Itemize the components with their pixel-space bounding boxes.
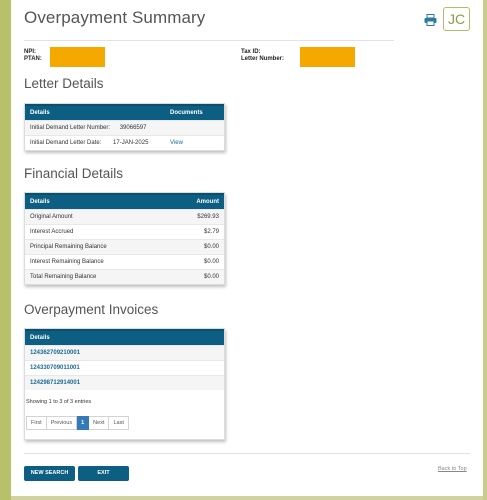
financial-row-amount: $0.00 [169, 253, 224, 269]
view-letter-link[interactable]: View [170, 140, 183, 146]
table-row: Interest Remaining Balance $0.00 [25, 253, 224, 269]
pagination-last[interactable]: Last [109, 416, 129, 430]
right-accent-bar [483, 0, 487, 500]
title-divider [24, 40, 394, 41]
letter-details-card: Details Documents Initial Demand Letter … [24, 103, 225, 151]
letter-number-label: Letter Number: [241, 56, 285, 62]
tax-id-redaction [300, 47, 355, 67]
table-row: Original Amount $269.93 [25, 208, 224, 224]
bottom-accent-bar [11, 496, 483, 500]
financial-details-heading: Financial Details [24, 166, 124, 181]
letter-details-heading: Letter Details [24, 76, 104, 91]
provider-meta-left: NPI: PTAN: [24, 49, 42, 63]
table-row: Initial Demand Letter Number: 39066597 [25, 119, 224, 135]
table-row: 124330709011001 [25, 359, 224, 375]
ptan-label: PTAN: [24, 56, 42, 62]
letter-number-row-label: Initial Demand Letter Number: 39066597 [25, 119, 165, 135]
invoice-link[interactable]: 124298712914001 [30, 380, 80, 386]
letter-number-value: 39066597 [119, 124, 147, 131]
table-row: Interest Accrued $2.79 [25, 223, 224, 239]
letter-col-details: Details [25, 104, 165, 120]
invoices-table: Details 124362709210001 124330709011001 … [25, 329, 224, 390]
financial-row-label: Principal Remaining Balance [25, 238, 170, 254]
financial-row-label: Interest Accrued [25, 223, 170, 239]
new-search-button[interactable]: NEW SEARCH [24, 466, 75, 481]
user-avatar[interactable]: JC [443, 7, 470, 31]
npi-label: NPI: [24, 49, 36, 55]
financial-details-table: Details Amount Original Amount $269.93 I… [25, 193, 224, 284]
pagination: First Previous 1 Next Last [26, 416, 129, 430]
table-row: Principal Remaining Balance $0.00 [25, 238, 224, 254]
financial-col-amount: Amount [169, 193, 224, 209]
invoices-col-details: Details [25, 329, 224, 345]
letter-details-table: Details Documents Initial Demand Letter … [25, 104, 224, 150]
invoice-link[interactable]: 124330709011001 [30, 365, 80, 371]
footer-divider [24, 453, 470, 454]
pagination-previous[interactable]: Previous [46, 416, 78, 430]
letter-number-doc [165, 119, 224, 135]
letter-date-value: 17-JAN-2025 [113, 139, 149, 146]
letter-date-row-label: Initial Demand Letter Date: 17-JAN-2025 [25, 134, 165, 150]
financial-row-amount: $2.79 [169, 223, 224, 239]
printer-icon[interactable] [424, 14, 437, 26]
table-row: 124298712914001 [25, 374, 224, 390]
pagination-next[interactable]: Next [89, 416, 110, 430]
left-accent-bar [0, 0, 11, 500]
pagination-first[interactable]: First [26, 416, 47, 430]
provider-meta-right: Tax ID: Letter Number: [241, 49, 284, 63]
financial-row-label: Total Remaining Balance [25, 268, 170, 284]
pagination-page-1[interactable]: 1 [77, 416, 90, 430]
tax-id-label: Tax ID: [241, 49, 261, 55]
financial-row-amount: $0.00 [169, 238, 224, 254]
invoice-link[interactable]: 124362709210001 [30, 350, 80, 356]
financial-row-label: Interest Remaining Balance [25, 253, 170, 269]
financial-details-card: Details Amount Original Amount $269.93 I… [24, 192, 225, 285]
financial-row-amount: $269.93 [169, 208, 224, 224]
financial-row-label: Original Amount [25, 208, 170, 224]
financial-row-amount: $0.00 [169, 268, 224, 284]
page-title: Overpayment Summary [24, 8, 206, 27]
invoices-heading: Overpayment Invoices [24, 302, 159, 317]
table-row: 124362709210001 [25, 344, 224, 360]
exit-button[interactable]: EXIT [78, 466, 129, 481]
letter-col-documents: Documents [165, 104, 224, 120]
back-to-top-link[interactable]: Back to Top [438, 466, 467, 472]
entries-count: Showing 1 to 3 of 3 entries [26, 399, 92, 405]
table-row: Initial Demand Letter Date: 17-JAN-2025 … [25, 134, 224, 150]
financial-col-details: Details [25, 193, 170, 209]
npi-redaction [50, 47, 105, 67]
table-row: Total Remaining Balance $0.00 [25, 268, 224, 284]
